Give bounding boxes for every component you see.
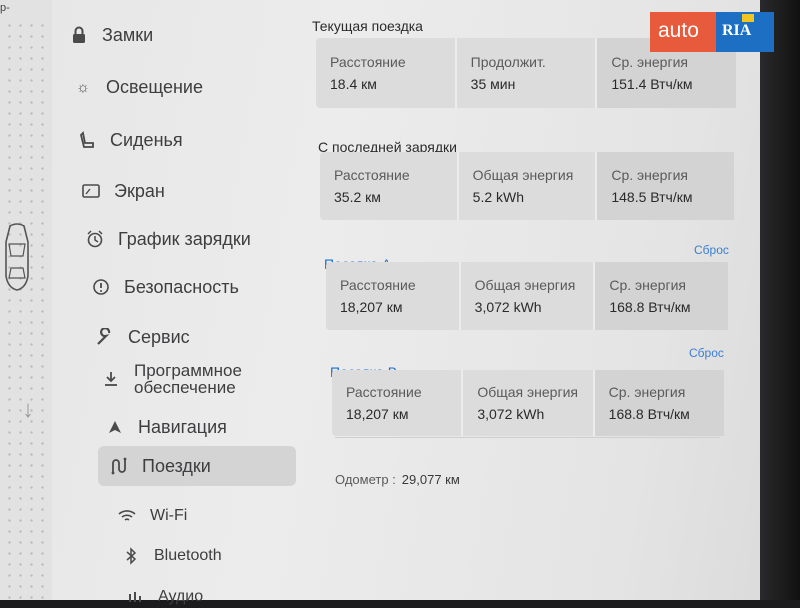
stat-value: 148.5 Втч/км bbox=[611, 189, 693, 205]
sidebar-item-seats[interactable]: Сиденья bbox=[76, 129, 183, 151]
sidebar-item-label: Безопасность bbox=[124, 276, 239, 297]
stat-label: Расстояние bbox=[346, 384, 422, 400]
current-trip-duration: Продолжит. 35 мин bbox=[457, 38, 598, 108]
trips-icon bbox=[108, 455, 130, 477]
clock-icon bbox=[84, 228, 106, 250]
stat-label: Ср. энергия bbox=[608, 384, 686, 400]
alert-icon bbox=[90, 276, 112, 298]
since-charge-energy: Общая энергия 5.2 kWh bbox=[459, 152, 598, 220]
stat-label: Ср. энергия bbox=[611, 54, 688, 70]
sidebar-item-label: Освещение bbox=[106, 76, 203, 97]
stat-value: 35 мин bbox=[470, 76, 516, 92]
odometer: Одометр : 29,077 км bbox=[335, 472, 460, 487]
sidebar-item-trips[interactable]: Поездки bbox=[98, 446, 296, 486]
sidebar-item-software[interactable]: Программное обеспечение bbox=[100, 362, 242, 396]
autoria-watermark: auto RIA bbox=[650, 12, 774, 52]
sidebar-item-locks[interactable]: Замки bbox=[68, 24, 153, 46]
odometer-label: Одометр : bbox=[335, 472, 396, 487]
trip-b-reset-button[interactable]: Сброс bbox=[689, 346, 724, 360]
sidebar-item-wifi[interactable]: Wi-Fi bbox=[116, 505, 187, 527]
odometer-value: 29,077 км bbox=[401, 472, 460, 487]
car-icon[interactable] bbox=[2, 222, 32, 292]
trip-b-distance: Расстояние 18,207 км bbox=[332, 370, 464, 436]
stat-label: Ср. энергия bbox=[611, 167, 688, 183]
sidebar-item-charge-schedule[interactable]: График зарядки bbox=[84, 228, 251, 250]
sidebar-item-safety[interactable]: Безопасность bbox=[90, 276, 239, 298]
download-icon bbox=[100, 368, 122, 390]
bluetooth-icon bbox=[120, 545, 142, 567]
arrow-down-icon[interactable]: ↓ bbox=[22, 396, 34, 424]
current-trip-title: Текущая поездка bbox=[312, 18, 423, 34]
sidebar-item-label: Сиденья bbox=[110, 129, 183, 150]
since-charge-distance: Расстояние 35.2 км bbox=[320, 152, 459, 220]
stat-value: 151.4 Втч/км bbox=[611, 76, 693, 92]
stat-label: Ср. энергия bbox=[609, 277, 686, 293]
stat-value: 3,072 kWh bbox=[477, 406, 545, 422]
navigation-icon bbox=[104, 416, 126, 438]
sidebar-item-label: Поездки bbox=[142, 455, 211, 476]
flag-icon bbox=[742, 14, 754, 22]
trip-b-card: Расстояние 18,207 км Общая энергия 3,072… bbox=[332, 370, 724, 436]
sidebar-item-lighting[interactable]: ☼ Освещение bbox=[72, 76, 203, 98]
sidebar-item-label: Wi-Fi bbox=[150, 507, 188, 524]
stat-value: 18.4 км bbox=[330, 76, 377, 92]
sidebar-item-audio[interactable]: Аудио bbox=[124, 586, 203, 608]
trip-a-reset-button[interactable]: Сброс bbox=[694, 243, 729, 257]
stat-label: Расстояние bbox=[340, 277, 416, 293]
divider bbox=[335, 437, 720, 438]
screen: р- ↓ Замки ☼ Освещение Сиденья Экран Гра… bbox=[0, 0, 790, 605]
sidebar-item-navigation[interactable]: Навигация bbox=[104, 416, 227, 438]
stat-value: 5.2 kWh bbox=[472, 189, 525, 205]
current-trip-distance: Расстояние 18.4 км bbox=[316, 38, 457, 108]
seat-icon bbox=[76, 129, 98, 151]
watermark-ria-text: RIA bbox=[722, 22, 752, 39]
lock-icon bbox=[68, 24, 90, 46]
stat-value: 18,207 км bbox=[340, 299, 403, 315]
since-charge-card: Расстояние 35.2 км Общая энергия 5.2 kWh… bbox=[320, 152, 735, 220]
sidebar-item-label: Навигация bbox=[138, 416, 227, 437]
trip-b-energy: Общая энергия 3,072 kWh bbox=[463, 370, 595, 436]
wifi-icon bbox=[116, 505, 138, 527]
sidebar-item-bluetooth[interactable]: Bluetooth bbox=[120, 545, 222, 567]
left-strip: р- ↓ bbox=[0, 0, 52, 600]
since-charge-avg-energy: Ср. энергия 148.5 Втч/км bbox=[597, 152, 735, 220]
stat-label: Расстояние bbox=[334, 167, 410, 183]
stat-label: Общая энергия bbox=[474, 277, 576, 293]
sidebar-item-label: Программное обеспечение bbox=[134, 361, 242, 397]
sidebar-item-service[interactable]: Сервис bbox=[94, 326, 190, 348]
stat-label: Общая энергия bbox=[472, 167, 574, 183]
watermark-auto: auto bbox=[650, 12, 716, 52]
screen-bezel bbox=[760, 0, 800, 600]
wrench-icon bbox=[94, 326, 116, 348]
display-icon bbox=[80, 180, 102, 202]
sidebar-item-display[interactable]: Экран bbox=[80, 180, 165, 202]
stat-label: Продолжит. bbox=[470, 54, 546, 70]
speaker-dot-pattern bbox=[4, 20, 48, 600]
settings-sidebar: Замки ☼ Освещение Сиденья Экран График з… bbox=[60, 0, 300, 605]
stat-value: 35.2 км bbox=[334, 189, 381, 205]
sidebar-item-label: Сервис bbox=[128, 326, 190, 347]
sidebar-item-label: График зарядки bbox=[118, 228, 251, 249]
sidebar-item-label: Аудио bbox=[158, 588, 204, 605]
trip-a-avg-energy: Ср. энергия 168.8 Втч/км bbox=[595, 262, 729, 330]
audio-icon bbox=[124, 586, 146, 608]
trip-a-energy: Общая энергия 3,072 kWh bbox=[461, 262, 596, 330]
trip-b-avg-energy: Ср. энергия 168.8 Втч/км bbox=[594, 370, 724, 436]
sidebar-item-label: Экран bbox=[114, 180, 165, 201]
stat-label: Общая энергия bbox=[477, 384, 578, 400]
trip-a-card: Расстояние 18,207 км Общая энергия 3,072… bbox=[326, 262, 729, 330]
stat-value: 168.8 Втч/км bbox=[608, 406, 690, 422]
left-strip-text: р- bbox=[0, 2, 10, 14]
stat-value: 168.8 Втч/км bbox=[609, 299, 691, 315]
sidebar-item-label: Bluetooth bbox=[154, 547, 222, 564]
watermark-ria: RIA bbox=[716, 12, 774, 52]
sidebar-item-label: Замки bbox=[102, 24, 154, 45]
stat-value: 18,207 км bbox=[346, 406, 409, 422]
stat-label: Расстояние bbox=[330, 54, 406, 70]
sun-icon: ☼ bbox=[76, 78, 90, 96]
stat-value: 3,072 kWh bbox=[474, 299, 542, 315]
trip-a-distance: Расстояние 18,207 км bbox=[326, 262, 461, 330]
